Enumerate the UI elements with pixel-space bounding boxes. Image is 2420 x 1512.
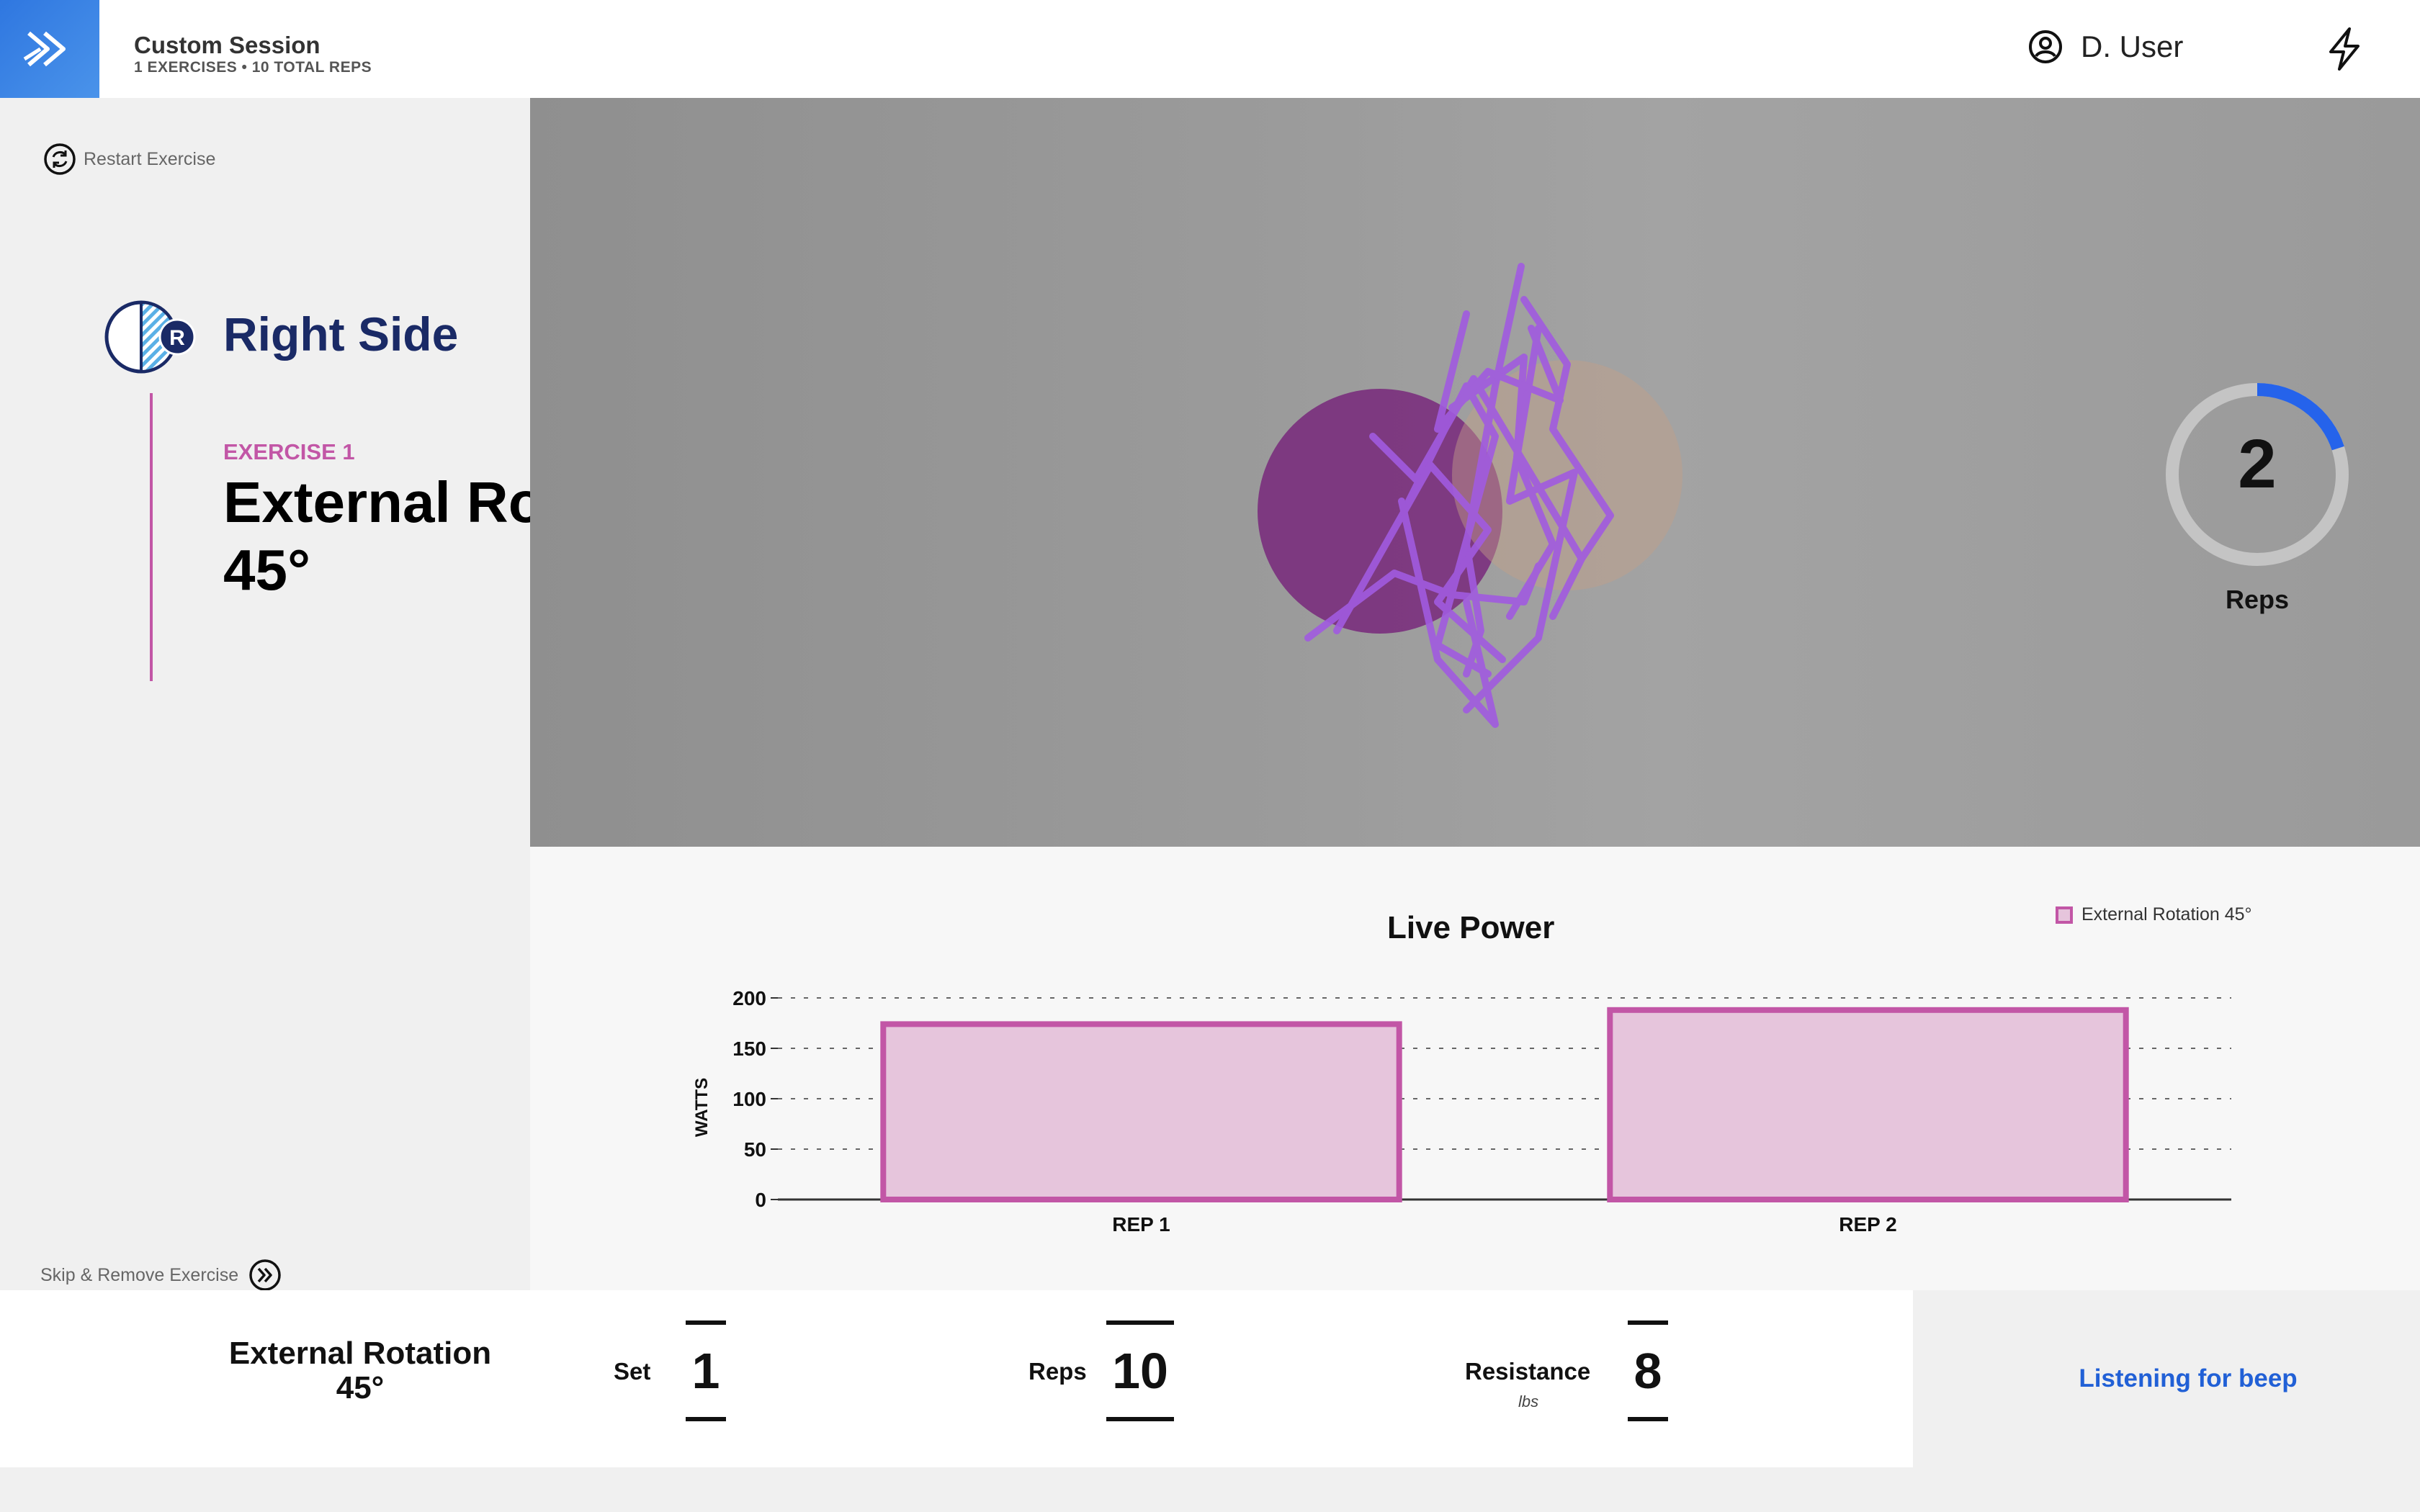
resistance-label: Resistance	[1465, 1358, 1591, 1385]
refresh-icon	[44, 143, 76, 175]
y-tick-label: 50	[744, 1138, 766, 1161]
exercise-name-line1: External Rotation	[223, 470, 530, 534]
session-title: Custom Session	[134, 32, 321, 58]
rep-count-label: Reps	[2225, 585, 2290, 614]
set-top-bar	[686, 1320, 726, 1325]
y-tick-label: 100	[732, 1088, 766, 1110]
exercise-number: EXERCISE 1	[223, 439, 355, 464]
motion-trace-graphic	[1258, 263, 1682, 728]
motion-visualization: 2 Reps	[530, 98, 2420, 847]
reps-value: 10	[1112, 1343, 1168, 1399]
skip-label: Skip & Remove Exercise	[40, 1264, 239, 1285]
legend-swatch	[2056, 906, 2073, 924]
y-tick-label: 150	[732, 1038, 766, 1060]
top-header: Custom Session 1 EXERCISES • 10 TOTAL RE…	[0, 0, 2420, 98]
exercise-sidebar: Restart Exercise R Right Side EXERCISE 1	[0, 98, 530, 1290]
skip-remove-exercise-button[interactable]: Skip & Remove Exercise	[40, 1259, 282, 1290]
restart-exercise-button[interactable]: Restart Exercise	[43, 143, 215, 176]
exercise-name-line2: 45°	[223, 538, 310, 602]
resistance-value: 8	[1634, 1343, 1662, 1399]
set-label: Set	[614, 1358, 651, 1385]
lightning-icon	[2329, 27, 2360, 71]
exercise-footer: External Rotation 45° Set 1 Reps 10 Resi…	[0, 1290, 1913, 1467]
exercise-name: External Rotation 45°	[223, 469, 530, 604]
x-tick-label: REP 2	[1839, 1213, 1896, 1236]
user-circle-icon	[2029, 30, 2062, 63]
y-axis-label: WATTS	[692, 1078, 712, 1137]
set-value: 1	[691, 1343, 720, 1399]
set-bottom-bar	[686, 1417, 726, 1421]
footer-exercise-line2: 45°	[336, 1370, 385, 1405]
legend-label: External Rotation 45°	[2081, 904, 2252, 924]
y-tick-label: 200	[732, 987, 766, 1009]
y-tick-label: 0	[755, 1189, 766, 1211]
user-menu[interactable]: D. User	[2027, 29, 2183, 65]
resistance-unit: lbs	[1518, 1392, 1539, 1410]
chart-legend: External Rotation 45°	[2056, 904, 2252, 925]
side-badge: R	[104, 300, 202, 382]
resistance-top-bar	[1628, 1320, 1668, 1325]
timeline-line	[150, 393, 153, 681]
chart-title: Live Power	[1387, 910, 1555, 945]
status-label: Listening for beep	[2079, 1364, 2298, 1392]
double-chevron-right-icon	[23, 31, 66, 67]
restart-label: Restart Exercise	[84, 148, 216, 169]
bar-rep-2	[1607, 1007, 2129, 1203]
live-power-chart: 0 50 100 150 200 WATTS REP 1 REP 2 Live Power E…	[530, 847, 2420, 1290]
app-logo[interactable]	[0, 0, 99, 98]
app-root: Custom Session 1 EXERCISES • 10 TOTAL RE…	[0, 0, 2420, 1512]
side-badge-letter: R	[169, 326, 185, 350]
rep-count: 2	[2238, 426, 2277, 503]
x-tick-label: REP 1	[1112, 1213, 1170, 1236]
footer-exercise-line1: External Rotation	[228, 1336, 492, 1371]
reps-top-bar	[1106, 1320, 1174, 1325]
footer-exercise-name: External Rotation 45°	[187, 1336, 533, 1405]
status-panel: Listening for beep	[1913, 1290, 2420, 1467]
user-name: D. User	[2081, 30, 2184, 63]
reps-label: Reps	[1028, 1358, 1087, 1385]
power-button[interactable]	[2325, 26, 2364, 76]
bar-rep-1	[880, 1021, 1402, 1202]
session-subtitle: 1 EXERCISES • 10 TOTAL REPS	[134, 59, 372, 76]
skip-forward-icon	[249, 1259, 281, 1290]
side-label: Right Side	[223, 307, 459, 361]
resistance-bottom-bar	[1628, 1417, 1668, 1421]
reps-bottom-bar	[1106, 1417, 1174, 1421]
